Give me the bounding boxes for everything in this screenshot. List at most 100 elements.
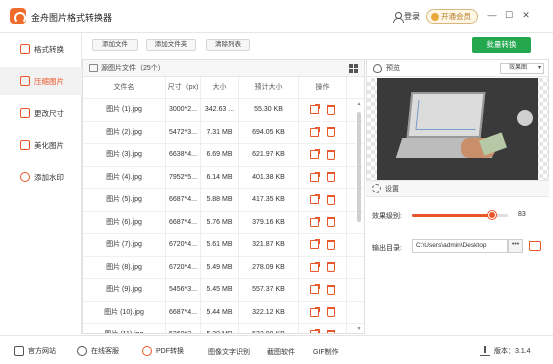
- file-dims-cell: 6687*4...: [166, 301, 201, 323]
- browse-button[interactable]: •••: [508, 239, 523, 253]
- delete-icon[interactable]: [327, 104, 335, 115]
- table-row[interactable]: 图片 (3).jpg 6638*4... 6.69 MB 621.97 KB: [83, 144, 364, 167]
- delete-icon[interactable]: [327, 307, 335, 318]
- login-button[interactable]: 登录: [393, 11, 420, 23]
- add-file-button[interactable]: 添加文件: [92, 39, 138, 51]
- delete-icon[interactable]: [327, 262, 335, 273]
- vip-label: 开通会员: [441, 12, 471, 21]
- delete-icon[interactable]: [327, 284, 335, 295]
- file-name-cell: 图片 (6).jpg: [83, 211, 166, 233]
- quality-slider-handle[interactable]: [487, 211, 496, 219]
- close-button[interactable]: ✕: [520, 9, 532, 21]
- table-row[interactable]: 图片 (7).jpg 6720*4... 5.61 MB 321.87 KB: [83, 234, 364, 257]
- pdf-link[interactable]: PDF转换: [142, 346, 184, 356]
- delete-icon[interactable]: [327, 172, 335, 183]
- file-size-cell: 6.69 MB: [201, 144, 239, 166]
- action-icons: [299, 279, 346, 301]
- sidebar-item-label: 美化图片: [34, 140, 64, 150]
- scrollbar[interactable]: ▲ ▼: [356, 102, 362, 332]
- file-actions-cell: [299, 256, 347, 278]
- table-row[interactable]: 图片 (5).jpg 6687*4... 5.88 MB 417.35 KB: [83, 189, 364, 212]
- action-icons: [299, 189, 346, 211]
- open-file-icon[interactable]: [310, 216, 320, 227]
- output-dir-input[interactable]: C:\Users\admin\Desktop: [412, 239, 508, 253]
- delete-icon[interactable]: [327, 217, 335, 228]
- scroll-up-icon[interactable]: ▲: [356, 102, 362, 107]
- vip-button[interactable]: 开通会员: [426, 9, 478, 24]
- file-actions-cell: [299, 211, 347, 233]
- table-row[interactable]: 图片 (10).jpg 6687*4... 5.44 MB 322.12 KB: [83, 301, 364, 324]
- sidebar-item-format-convert[interactable]: 格式转换: [0, 35, 82, 63]
- file-estimate-cell: 401.38 KB: [239, 166, 299, 188]
- file-dims-cell: 6638*4...: [166, 144, 201, 166]
- sidebar-item-label: 添加水印: [34, 172, 64, 182]
- open-file-icon[interactable]: [310, 239, 320, 250]
- output-dir-label: 输出目录:: [372, 245, 402, 252]
- open-file-icon[interactable]: [310, 306, 320, 317]
- gif-link[interactable]: GIF制作: [313, 347, 339, 357]
- open-file-icon[interactable]: [310, 261, 320, 272]
- folder-icon[interactable]: [529, 241, 541, 251]
- support-link[interactable]: 在线客服: [77, 346, 119, 356]
- open-file-icon[interactable]: [310, 104, 320, 115]
- delete-icon[interactable]: [327, 127, 335, 138]
- minimize-button[interactable]: —: [486, 9, 498, 21]
- scroll-down-icon[interactable]: ▼: [356, 327, 362, 332]
- sidebar-item-compress[interactable]: 压缩图片: [0, 67, 82, 95]
- quality-label: 效果级别:: [372, 213, 402, 220]
- open-file-icon[interactable]: [310, 149, 320, 160]
- clear-list-button[interactable]: 清除列表: [206, 39, 250, 51]
- file-estimate-cell: 417.35 KB: [239, 189, 299, 211]
- money-graphic: [478, 132, 508, 156]
- open-file-icon[interactable]: [310, 194, 320, 205]
- delete-icon[interactable]: [327, 239, 335, 250]
- sidebar-item-watermark[interactable]: 添加水印: [0, 163, 82, 191]
- quality-slider[interactable]: [412, 211, 508, 219]
- add-folder-button[interactable]: 添加文件夹: [146, 39, 196, 51]
- login-label: 登录: [404, 12, 420, 21]
- delete-icon[interactable]: [327, 329, 335, 333]
- screenshot-link[interactable]: 截图软件: [267, 347, 295, 357]
- preview-photo: [377, 78, 538, 180]
- table-row[interactable]: 图片 (2).jpg 5472*3... 7.31 MB 694.05 KB: [83, 121, 364, 144]
- preview-mode-select[interactable]: 效果图: [500, 63, 544, 74]
- table-row[interactable]: 图片 (9).jpg 5456*3... 5.45 MB 557.37 KB: [83, 279, 364, 302]
- file-name-cell: 图片 (8).jpg: [83, 256, 166, 278]
- watermark-icon: [20, 172, 30, 182]
- website-link[interactable]: 官方网站: [14, 346, 56, 356]
- sidebar-item-beautify[interactable]: 美化图片: [0, 131, 82, 159]
- table-row[interactable]: 图片 (1).jpg 3000*2... 342.63 ... 55.30 KB: [83, 99, 364, 122]
- app-title: 金舟图片格式转换器: [31, 13, 113, 23]
- table-row[interactable]: 图片 (6).jpg 6687*4... 5.76 MB 379.16 KB: [83, 211, 364, 234]
- sidebar-item-resize[interactable]: 更改尺寸: [0, 99, 82, 127]
- version-label: 版本：3.1.4: [494, 348, 531, 355]
- file-name-cell: 图片 (1).jpg: [83, 99, 166, 121]
- batch-convert-button[interactable]: 批量转换: [472, 37, 531, 53]
- open-file-icon[interactable]: [310, 126, 320, 137]
- file-estimate-cell: 322.12 KB: [239, 301, 299, 323]
- maximize-button[interactable]: ☐: [503, 9, 515, 21]
- open-file-icon[interactable]: [310, 284, 320, 295]
- file-actions-cell: [299, 279, 347, 301]
- grid-view-icon[interactable]: [349, 64, 358, 73]
- file-dims-cell: 6687*4...: [166, 189, 201, 211]
- file-size-cell: 7.31 MB: [201, 121, 239, 143]
- column-header-dims: 尺寸（px): [166, 77, 201, 98]
- compress-image-icon: [20, 76, 30, 86]
- sidebar-item-label: 更改尺寸: [34, 108, 64, 118]
- file-size-cell: 5.88 MB: [201, 189, 239, 211]
- action-icons: [299, 99, 346, 121]
- open-file-icon[interactable]: [310, 171, 320, 182]
- open-file-icon[interactable]: [310, 329, 320, 333]
- action-icons: [299, 234, 346, 256]
- ocr-link[interactable]: 图像文字识别: [208, 347, 250, 357]
- table-row[interactable]: 图片 (11).jpg5260*3...5.30 MB533.89 KB: [83, 324, 364, 333]
- delete-icon[interactable]: [327, 149, 335, 160]
- support-icon: [77, 346, 87, 356]
- delete-icon[interactable]: [327, 194, 335, 205]
- preview-header: 预览 效果图: [367, 60, 548, 77]
- table-row[interactable]: 图片 (4).jpg 7952*5... 6.14 MB 401.38 KB: [83, 166, 364, 189]
- action-icons: [299, 167, 346, 189]
- table-row[interactable]: 图片 (8).jpg 6720*4... 5.49 MB 278.09 KB: [83, 256, 364, 279]
- scroll-thumb[interactable]: [357, 112, 361, 222]
